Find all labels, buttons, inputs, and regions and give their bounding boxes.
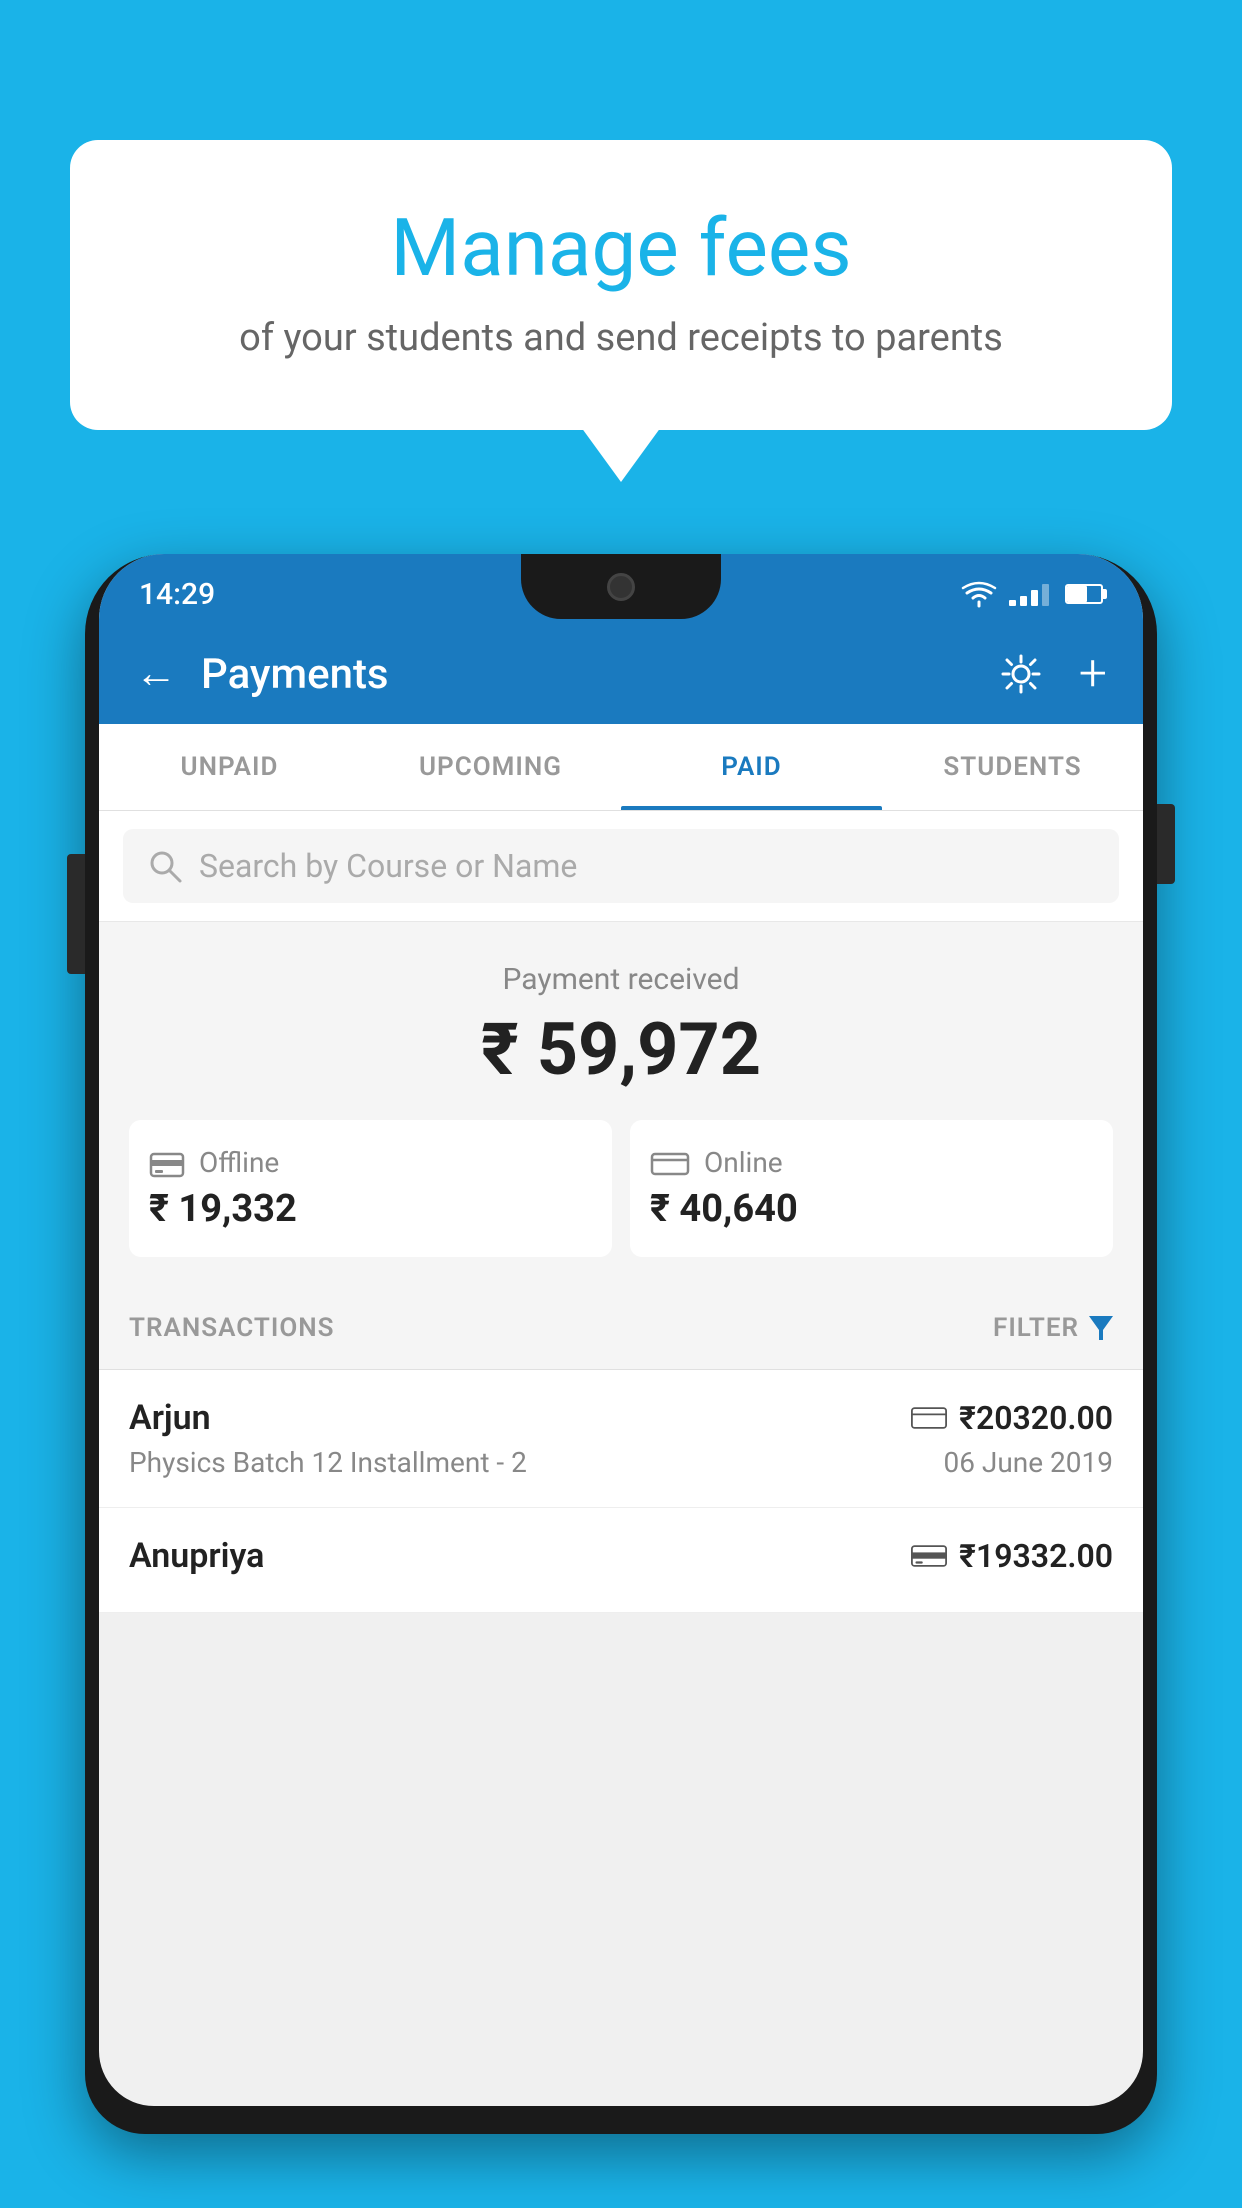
- transaction-top: Arjun ₹20320.00: [129, 1398, 1113, 1438]
- tab-paid[interactable]: PAID: [621, 724, 882, 810]
- filter-button[interactable]: FILTER: [993, 1313, 1113, 1343]
- offline-label: Offline: [199, 1146, 279, 1179]
- tab-upcoming[interactable]: UPCOMING: [360, 724, 621, 810]
- tab-students[interactable]: STUDENTS: [882, 724, 1143, 810]
- transaction-bottom: Physics Batch 12 Installment - 2 06 June…: [129, 1446, 1113, 1479]
- phone-outer: 14:29: [85, 554, 1157, 2134]
- online-payment-icon: [650, 1148, 690, 1178]
- add-button[interactable]: +: [1079, 649, 1107, 699]
- battery-icon: [1065, 584, 1103, 604]
- transactions-header: TRANSACTIONS FILTER: [99, 1287, 1143, 1370]
- speech-bubble: Manage fees of your students and send re…: [70, 140, 1172, 430]
- search-bar[interactable]: Search by Course or Name: [123, 829, 1119, 903]
- online-payment-icon: [911, 1404, 947, 1432]
- student-name: Anupriya: [129, 1536, 264, 1576]
- offline-card-header: Offline: [149, 1146, 592, 1179]
- online-label: Online: [704, 1146, 783, 1179]
- status-icons: [961, 580, 1103, 608]
- transaction-amount: ₹20320.00: [911, 1399, 1113, 1437]
- app-header: ← Payments +: [99, 624, 1143, 724]
- online-payment-card: Online ₹ 40,640: [630, 1120, 1113, 1257]
- payment-cards: Offline ₹ 19,332 Online ₹: [129, 1120, 1113, 1257]
- payment-summary: Payment received ₹ 59,972 Offline: [99, 922, 1143, 1287]
- online-card-header: Online: [650, 1146, 1093, 1179]
- amount-value: ₹19332.00: [959, 1537, 1113, 1575]
- payment-received-label: Payment received: [129, 962, 1113, 997]
- camera-dot: [607, 573, 635, 601]
- offline-payment-icon: [911, 1542, 947, 1570]
- offline-payment-card: Offline ₹ 19,332: [129, 1120, 612, 1257]
- table-row[interactable]: Anupriya ₹19332.00: [99, 1508, 1143, 1613]
- page-title: Payments: [201, 650, 975, 699]
- transaction-date: 06 June 2019: [943, 1446, 1113, 1479]
- back-button[interactable]: ←: [135, 653, 177, 695]
- offline-amount: ₹ 19,332: [149, 1187, 592, 1231]
- phone-device: 14:29: [85, 540, 1157, 2208]
- speech-bubble-container: Manage fees of your students and send re…: [70, 140, 1172, 430]
- tab-unpaid[interactable]: UNPAID: [99, 724, 360, 810]
- transaction-top: Anupriya ₹19332.00: [129, 1536, 1113, 1576]
- bubble-title: Manage fees: [150, 200, 1092, 296]
- student-name: Arjun: [129, 1398, 211, 1438]
- search-container: Search by Course or Name: [99, 811, 1143, 922]
- course-info: Physics Batch 12 Installment - 2: [129, 1446, 527, 1479]
- tabs-container: UNPAID UPCOMING PAID STUDENTS: [99, 724, 1143, 811]
- table-row[interactable]: Arjun ₹20320.00 Physics Batch 12 Install…: [99, 1370, 1143, 1508]
- transaction-amount: ₹19332.00: [911, 1537, 1113, 1575]
- bubble-subtitle: of your students and send receipts to pa…: [150, 316, 1092, 360]
- header-icons: +: [999, 649, 1107, 699]
- status-time: 14:29: [139, 577, 215, 612]
- amount-value: ₹20320.00: [959, 1399, 1113, 1437]
- offline-payment-icon: [149, 1148, 185, 1178]
- gear-icon[interactable]: [999, 652, 1043, 696]
- search-icon: [147, 848, 183, 884]
- search-input[interactable]: Search by Course or Name: [199, 847, 577, 885]
- filter-label: FILTER: [993, 1313, 1079, 1343]
- online-amount: ₹ 40,640: [650, 1187, 1093, 1231]
- payment-total-amount: ₹ 59,972: [129, 1007, 1113, 1092]
- phone-screen: 14:29: [99, 554, 1143, 2106]
- filter-icon: [1089, 1316, 1113, 1340]
- phone-notch: [521, 554, 721, 619]
- signal-icon: [1009, 582, 1049, 606]
- wifi-icon: [961, 580, 997, 608]
- transactions-label: TRANSACTIONS: [129, 1313, 335, 1343]
